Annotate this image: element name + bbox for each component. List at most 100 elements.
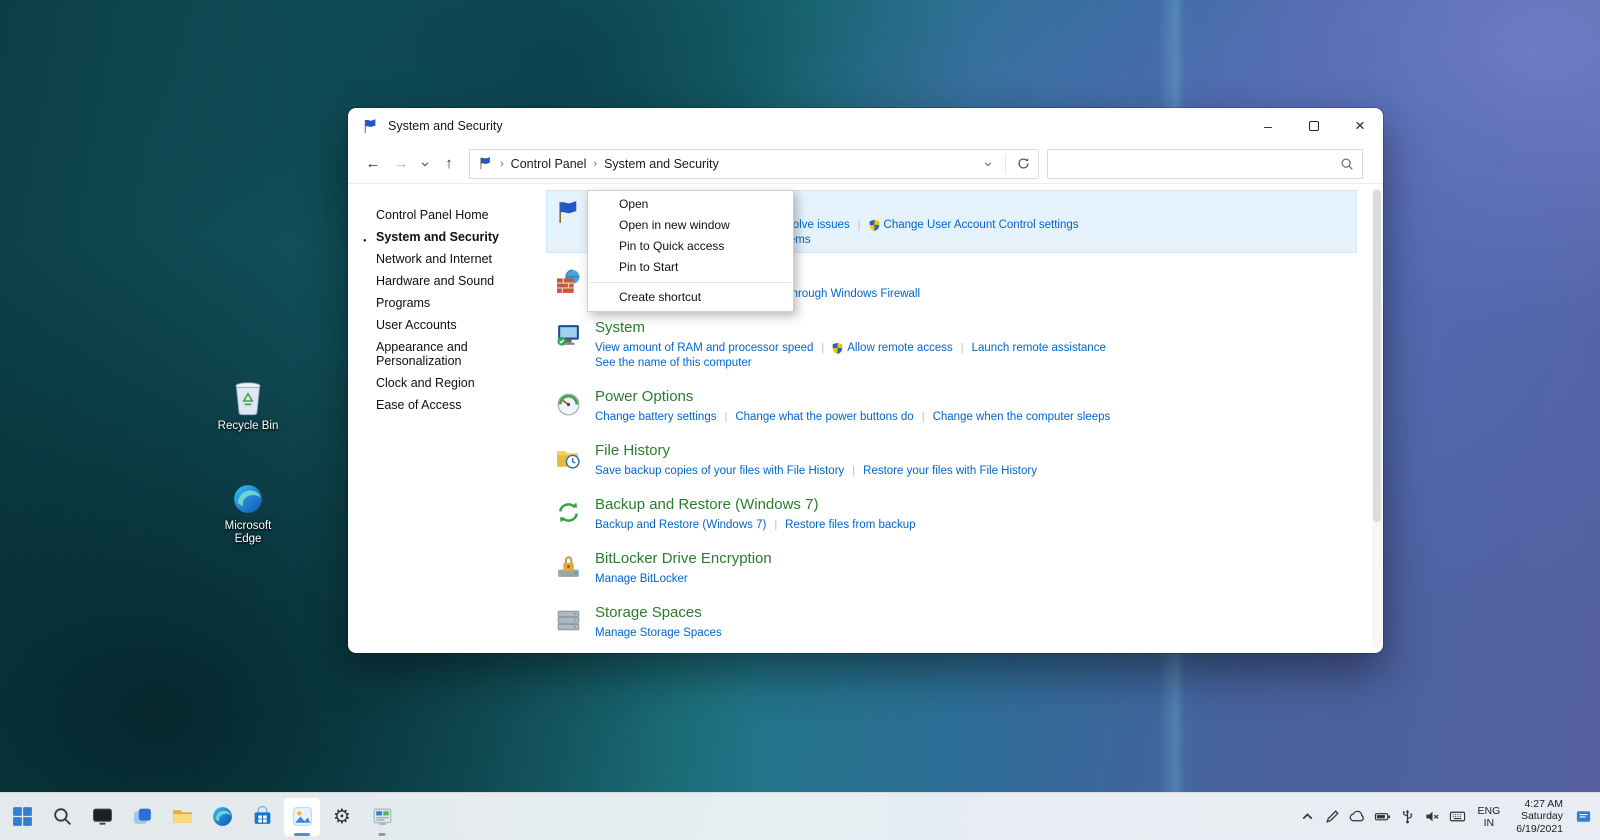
category-link-row: Change battery settings|Change what the … (595, 410, 1110, 425)
open-app-indicator (294, 833, 310, 836)
onedrive-tray[interactable] (1345, 797, 1370, 837)
language-region: IN (1478, 817, 1501, 829)
desktop-icon-recycle-bin[interactable]: Recycle Bin (212, 378, 284, 433)
desktop-icon-microsoft-edge[interactable]: Microsoft Edge (212, 478, 284, 546)
task-view-icon (131, 805, 154, 828)
link-manage-storage-spaces[interactable]: Manage Storage Spaces (595, 626, 722, 641)
sidebar-item-appearance-and-personalization[interactable]: Appearance and Personalization (376, 340, 518, 368)
link-backup-and-restore-windows-7[interactable]: Backup and Restore (Windows 7) (595, 518, 766, 533)
battery-tray[interactable] (1370, 797, 1395, 837)
recent-locations-chevron-icon[interactable] (415, 150, 435, 178)
taskbar-buttons: ⚙ (0, 797, 402, 837)
language-indicator[interactable]: ENGIN (1470, 805, 1509, 829)
taskbar: ⚙ ENGIN4:27 AMSaturday6/19/2021 (0, 792, 1600, 840)
volume-tray[interactable] (1420, 797, 1445, 837)
desktop-icon-label: Microsoft Edge (212, 520, 284, 546)
language-code: ENG (1478, 805, 1501, 817)
category-title-file-history[interactable]: File History (595, 442, 1037, 460)
context-menu-item-open[interactable]: Open (588, 194, 793, 215)
link-restore-files-from-backup[interactable]: Restore files from backup (785, 518, 915, 533)
file-explorer-button[interactable] (163, 797, 201, 837)
breadcrumb-chevron-icon: › (593, 158, 597, 170)
link-change-what-the-power-buttons-do[interactable]: Change what the power buttons do (735, 410, 913, 425)
link-separator: | (821, 341, 824, 356)
dark-monitor-icon (91, 805, 114, 828)
category-title-storage-spaces[interactable]: Storage Spaces (595, 604, 722, 622)
category-title-backup-and-restore-windows-7[interactable]: Backup and Restore (Windows 7) (595, 496, 916, 514)
link-change-battery-settings[interactable]: Change battery settings (595, 410, 716, 425)
sidebar-item-hardware-and-sound[interactable]: Hardware and Sound (376, 274, 518, 288)
sidebar-item-programs[interactable]: Programs (376, 296, 518, 310)
breadcrumb-system-and-security[interactable]: System and Security (604, 157, 719, 171)
control-panel-button[interactable] (363, 797, 401, 837)
vertical-scrollbar[interactable] (1372, 188, 1382, 649)
context-menu-item-create-shortcut[interactable]: Create shortcut (588, 287, 793, 308)
edge-button[interactable] (203, 797, 241, 837)
search-input[interactable] (1056, 157, 1340, 171)
minimize-button[interactable]: – (1245, 108, 1291, 144)
category-title-system[interactable]: System (595, 319, 1106, 337)
file-history-icon[interactable] (555, 442, 595, 479)
sidebar-item-user-accounts[interactable]: User Accounts (376, 318, 518, 332)
clock[interactable]: 4:27 AMSaturday6/19/2021 (1508, 798, 1571, 836)
refresh-icon[interactable] (1010, 151, 1036, 177)
storage-spaces-icon[interactable] (555, 604, 595, 641)
edge-icon (211, 805, 234, 828)
power-options-icon[interactable] (555, 388, 595, 425)
desktop-app-button[interactable] (83, 797, 121, 837)
link-manage-bitlocker[interactable]: Manage BitLocker (595, 572, 688, 587)
link-allow-remote-access[interactable]: Allow remote access (832, 341, 952, 356)
up-arrow-icon[interactable]: ↑ (435, 150, 463, 178)
uac-shield-icon (869, 219, 880, 232)
link-separator: | (961, 341, 964, 356)
system-icon[interactable] (555, 319, 595, 371)
category-body: BitLocker Drive Encryption Manage BitLock… (595, 550, 772, 587)
settings-button[interactable]: ⚙ (323, 797, 361, 837)
store-button[interactable] (243, 797, 281, 837)
usb-tray[interactable] (1395, 797, 1420, 837)
address-dropdown-chevron-icon[interactable] (975, 151, 1001, 177)
link-view-amount-of-ram-and-processor-speed[interactable]: View amount of RAM and processor speed (595, 341, 813, 356)
titlebar[interactable]: System and Security – × (348, 108, 1383, 144)
hidden-icons-chevron[interactable] (1295, 797, 1320, 837)
forward-arrow-icon[interactable]: → (387, 150, 415, 178)
divider (1005, 154, 1006, 174)
back-arrow-icon[interactable]: ← (359, 150, 387, 178)
sidebar-item-ease-of-access[interactable]: Ease of Access (376, 398, 518, 412)
context-menu-item-open-in-new-window[interactable]: Open in new window (588, 215, 793, 236)
link-launch-remote-assistance[interactable]: Launch remote assistance (972, 341, 1106, 356)
scrollbar-thumb[interactable] (1373, 190, 1381, 522)
backup-restore-icon[interactable] (555, 496, 595, 533)
link-see-the-name-of-this-computer[interactable]: See the name of this computer (595, 356, 752, 371)
search-icon (1340, 157, 1354, 171)
notification-center-button[interactable] (1571, 797, 1596, 837)
sidebar-item-network-and-internet[interactable]: Network and Internet (376, 252, 518, 266)
sidebar-item-clock-and-region[interactable]: Clock and Region (376, 376, 518, 390)
breadcrumb-control-panel[interactable]: Control Panel (511, 157, 587, 171)
link-save-backup-copies-of-your-files-with-file-history[interactable]: Save backup copies of your files with Fi… (595, 464, 844, 479)
link-change-when-the-computer-sleeps[interactable]: Change when the computer sleeps (933, 410, 1111, 425)
link-change-user-account-control-settings[interactable]: Change User Account Control settings (869, 218, 1079, 233)
category-body: File History Save backup copies of your f… (595, 442, 1037, 479)
photos-app-button[interactable] (283, 797, 321, 837)
address-bar[interactable]: › Control Panel › System and Security (469, 149, 1039, 179)
search-button[interactable] (43, 797, 81, 837)
link-separator: | (858, 218, 861, 233)
keyboard-tray[interactable] (1445, 797, 1470, 837)
maximize-button[interactable] (1291, 108, 1337, 144)
task-view-button[interactable] (123, 797, 161, 837)
bitlocker-icon[interactable] (555, 550, 595, 587)
search-box[interactable] (1047, 149, 1363, 179)
start-button[interactable] (3, 797, 41, 837)
close-button[interactable]: × (1337, 108, 1383, 144)
desktop-icon-label: Recycle Bin (212, 420, 284, 433)
window-content: Control Panel Home System and Security Net… (348, 184, 1383, 653)
link-restore-your-files-with-file-history[interactable]: Restore your files with File History (863, 464, 1037, 479)
category-title-power-options[interactable]: Power Options (595, 388, 1110, 406)
sidebar-item-control-panel-home[interactable]: Control Panel Home (376, 208, 518, 222)
context-menu-item-pin-to-quick-access[interactable]: Pin to Quick access (588, 236, 793, 257)
pen-tray[interactable] (1320, 797, 1345, 837)
context-menu-item-pin-to-start[interactable]: Pin to Start (588, 257, 793, 278)
sidebar-item-system-and-security[interactable]: System and Security (376, 230, 518, 244)
category-title-bitlocker-drive-encryption[interactable]: BitLocker Drive Encryption (595, 550, 772, 568)
